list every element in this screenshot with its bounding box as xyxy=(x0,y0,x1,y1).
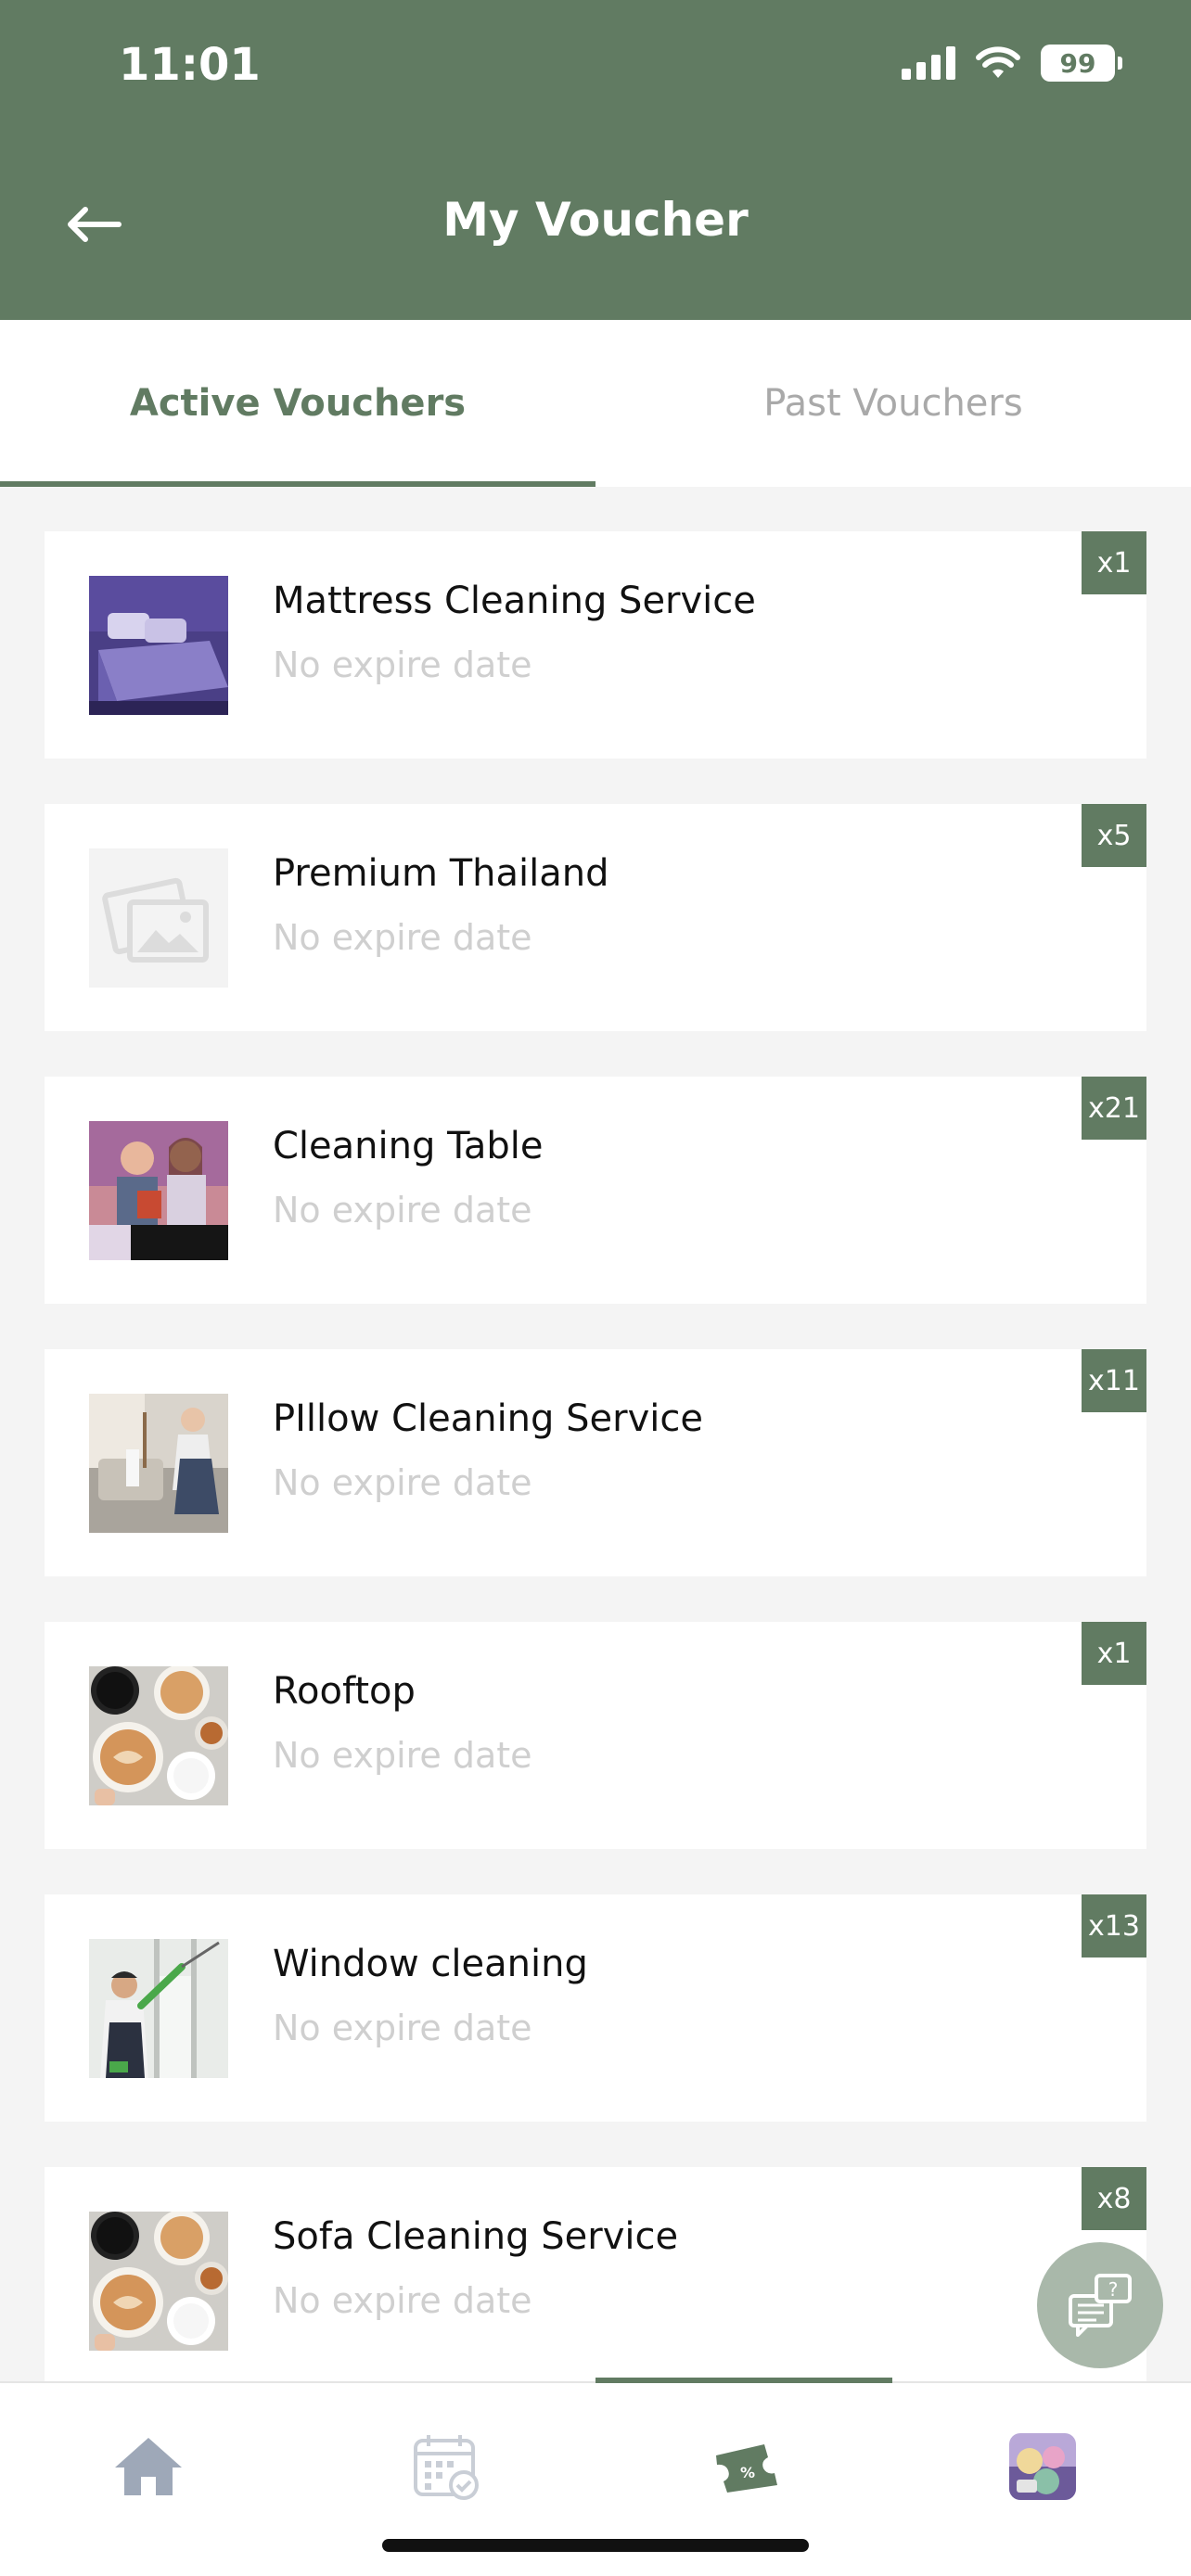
voucher-name: Window cleaning xyxy=(273,1943,588,1985)
voucher-name: Rooftop xyxy=(273,1670,416,1713)
voucher-expire: No expire date xyxy=(273,2280,532,2321)
voucher-image-people xyxy=(89,1121,228,1260)
wifi-icon xyxy=(976,46,1020,78)
nav-active-indicator xyxy=(596,2378,892,2383)
calendar-check-icon xyxy=(414,2435,479,2500)
voucher-image-window-cleaner xyxy=(89,1939,228,2078)
status-time: 11:01 xyxy=(119,39,261,91)
voucher-qty-badge: x1 xyxy=(1082,531,1146,594)
voucher-qty-badge: x5 xyxy=(1082,804,1146,867)
voucher-card[interactable]: Cleaning Table No expire date x21 xyxy=(45,1077,1146,1304)
battery-indicator: 99 xyxy=(1041,45,1122,82)
voucher-card[interactable]: Window cleaning No expire date x13 xyxy=(45,1894,1146,2122)
tab-active-vouchers[interactable]: Active Vouchers xyxy=(0,320,596,487)
voucher-image-coffee xyxy=(89,1666,228,1805)
voucher-image-living-room xyxy=(89,1394,228,1533)
voucher-expire: No expire date xyxy=(273,1190,532,1231)
voucher-card[interactable]: Rooftop No expire date x1 xyxy=(45,1622,1146,1849)
voucher-qty-badge: x1 xyxy=(1082,1622,1146,1685)
voucher-ticket-icon: % xyxy=(716,2444,777,2493)
voucher-tabs: Active Vouchers Past Vouchers xyxy=(0,320,1191,487)
voucher-expire: No expire date xyxy=(273,917,532,958)
voucher-name: Sofa Cleaning Service xyxy=(273,2215,679,2258)
chat-question-icon: ? xyxy=(1069,2274,1132,2337)
svg-text:%: % xyxy=(740,2464,755,2481)
voucher-qty-badge: x13 xyxy=(1082,1894,1146,1958)
voucher-card[interactable]: Premium Thailand No expire date x5 xyxy=(45,804,1146,1031)
voucher-qty-badge: x8 xyxy=(1082,2167,1146,2230)
voucher-expire: No expire date xyxy=(273,1462,532,1503)
tab-past-vouchers[interactable]: Past Vouchers xyxy=(596,320,1191,487)
app-header: 11:01 99 My Voucher xyxy=(0,0,1191,320)
signal-icon xyxy=(902,46,955,80)
nav-vouchers[interactable]: % xyxy=(709,2429,783,2504)
voucher-expire: No expire date xyxy=(273,2008,532,2048)
voucher-name: Premium Thailand xyxy=(273,852,609,895)
voucher-image-coffee xyxy=(89,2212,228,2351)
voucher-qty-badge: x11 xyxy=(1082,1349,1146,1412)
voucher-image-bed xyxy=(89,576,228,715)
nav-home[interactable] xyxy=(111,2429,186,2504)
voucher-list: Mattress Cleaning Service No expire date… xyxy=(45,531,1146,2440)
voucher-name: PIllow Cleaning Service xyxy=(273,1397,703,1440)
voucher-card[interactable]: PIllow Cleaning Service No expire date x… xyxy=(45,1349,1146,1576)
voucher-name: Cleaning Table xyxy=(273,1125,544,1167)
page-title: My Voucher xyxy=(442,193,749,247)
voucher-name: Mattress Cleaning Service xyxy=(273,580,756,622)
help-chat-button[interactable]: ? xyxy=(1037,2242,1163,2368)
nav-bookings[interactable] xyxy=(410,2429,484,2504)
profile-avatar xyxy=(1009,2433,1076,2500)
voucher-card[interactable]: Sofa Cleaning Service No expire date x8 xyxy=(45,2167,1146,2394)
nav-profile[interactable] xyxy=(1005,2429,1080,2504)
svg-text:?: ? xyxy=(1108,2278,1119,2301)
status-icons: 99 xyxy=(902,45,1122,82)
home-indicator xyxy=(382,2539,809,2552)
voucher-qty-badge: x21 xyxy=(1082,1077,1146,1140)
voucher-expire: No expire date xyxy=(273,1735,532,1776)
home-icon xyxy=(115,2438,182,2495)
voucher-expire: No expire date xyxy=(273,644,532,685)
placeholder-image-icon xyxy=(89,848,228,988)
voucher-card[interactable]: Mattress Cleaning Service No expire date… xyxy=(45,531,1146,759)
